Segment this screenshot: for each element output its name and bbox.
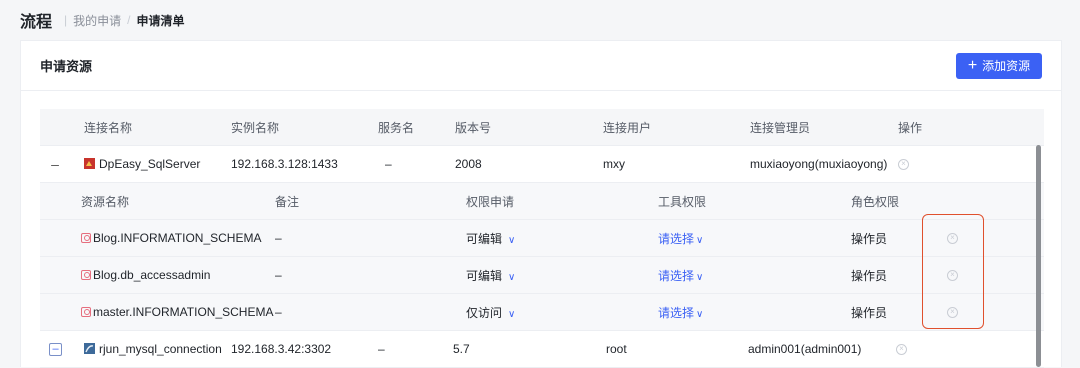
chevron-down-icon: ∨ xyxy=(696,234,704,246)
resource-name-text: Blog.db_accessadmin xyxy=(93,268,211,282)
permission-value: 可编辑 xyxy=(466,268,503,283)
permission-select[interactable]: 仅访问 ∨ xyxy=(466,304,515,321)
version: 5.7 xyxy=(453,342,470,356)
role-permission: 操作员 xyxy=(851,231,888,246)
schema-icon xyxy=(81,270,91,280)
col-resource-name: 资源名称 xyxy=(81,194,130,209)
instance-name: 192.168.3.128:1433 xyxy=(231,157,338,171)
col-connection-name: 连接名称 xyxy=(84,120,133,135)
service-name: – xyxy=(385,157,392,171)
resource-name-text: master.INFORMATION_SCHEMA xyxy=(93,305,274,319)
permission-value: 仅访问 xyxy=(466,305,503,320)
chevron-down-icon: ∨ xyxy=(696,308,704,320)
resource-row: Blog.db_accessadmin – 可编辑 ∨ 请选择 ∨ 操作员 × xyxy=(40,257,1044,294)
breadcrumb-current: 申请清单 xyxy=(136,13,185,28)
resource-table: 连接名称 实例名称 服务名 版本号 连接用户 连接管理员 操作 – DpEasy… xyxy=(40,109,1044,368)
remove-resource-icon[interactable]: × xyxy=(947,269,958,281)
connection-name-text: DpEasy_SqlServer xyxy=(99,157,201,171)
schema-icon xyxy=(81,307,91,317)
tool-permission-value: 请选择 xyxy=(658,305,695,320)
breadcrumb-divider: | xyxy=(64,13,68,27)
breadcrumb-separator: / xyxy=(127,13,131,27)
resource-name: Blog.INFORMATION_SCHEMA xyxy=(81,231,261,245)
permission-value: 可编辑 xyxy=(466,231,503,246)
collapse-icon[interactable]: – xyxy=(49,342,62,356)
remove-resource-icon[interactable]: × xyxy=(947,306,958,318)
col-operation: 操作 xyxy=(898,120,923,135)
connection-name: DpEasy_SqlServer xyxy=(84,157,200,171)
version: 2008 xyxy=(455,157,482,171)
remove-connection-icon[interactable]: × xyxy=(898,158,909,170)
chevron-down-icon: ∨ xyxy=(696,271,704,283)
resource-name: master.INFORMATION_SCHEMA xyxy=(81,305,273,319)
collapse-icon[interactable]: – xyxy=(49,156,61,172)
tool-permission-select[interactable]: 请选择 ∨ xyxy=(658,230,703,247)
connection-user: mxy xyxy=(603,157,625,171)
connection-user: root xyxy=(606,342,627,356)
chevron-down-icon: ∨ xyxy=(508,271,516,283)
schema-icon xyxy=(81,233,91,243)
resource-note: – xyxy=(275,268,282,282)
tool-permission-select[interactable]: 请选择 ∨ xyxy=(658,267,703,284)
chevron-down-icon: ∨ xyxy=(508,308,516,320)
table-row: – rjun_mysql_connection 192.168.3.42:330… xyxy=(40,331,1044,368)
scrollbar-thumb[interactable] xyxy=(1036,145,1041,367)
tool-permission-value: 请选择 xyxy=(658,231,695,246)
resource-note: – xyxy=(275,231,282,245)
role-permission: 操作员 xyxy=(851,305,888,320)
add-resource-label: 添加资源 xyxy=(982,59,1031,73)
instance-name: 192.168.3.42:3302 xyxy=(231,342,332,356)
resource-row: Blog.INFORMATION_SCHEMA – 可编辑 ∨ 请选择 ∨ 操作员 … xyxy=(40,220,1044,257)
resource-name-text: Blog.INFORMATION_SCHEMA xyxy=(93,231,262,245)
mysql-icon xyxy=(84,343,95,354)
connection-admin: admin001(admin001) xyxy=(748,342,862,356)
breadcrumb: 流程 | 我的申请 / 申请清单 xyxy=(0,0,1080,40)
resource-name: Blog.db_accessadmin xyxy=(81,268,210,282)
page-title: 流程 xyxy=(20,14,53,31)
remove-resource-icon[interactable]: × xyxy=(947,232,958,244)
add-resource-button[interactable]: + 添加资源 xyxy=(956,52,1042,79)
card-header: 申请资源 + 添加资源 xyxy=(21,41,1061,91)
scrollbar[interactable] xyxy=(1036,145,1042,367)
connection-name: rjun_mysql_connection xyxy=(84,342,222,356)
permission-select[interactable]: 可编辑 ∨ xyxy=(466,230,515,247)
col-tool-permission: 工具权限 xyxy=(658,194,707,209)
tool-permission-value: 请选择 xyxy=(658,268,695,283)
col-version: 版本号 xyxy=(455,120,492,135)
sqlserver-icon xyxy=(84,158,95,169)
col-connection-user: 连接用户 xyxy=(603,120,652,135)
col-note: 备注 xyxy=(275,194,300,209)
remove-connection-icon[interactable]: × xyxy=(896,343,907,355)
table-header-row: 连接名称 实例名称 服务名 版本号 连接用户 连接管理员 操作 xyxy=(40,109,1044,146)
permission-select[interactable]: 可编辑 ∨ xyxy=(466,267,515,284)
resource-row: master.INFORMATION_SCHEMA – 仅访问 ∨ 请选择 ∨ 操作… xyxy=(40,294,1044,331)
connection-admin: muxiaoyong(muxiaoyong) xyxy=(750,157,888,171)
col-service-name: 服务名 xyxy=(378,120,415,135)
col-connection-admin: 连接管理员 xyxy=(750,120,811,135)
resource-note: – xyxy=(275,305,282,319)
connection-name-text: rjun_mysql_connection xyxy=(99,342,222,356)
chevron-down-icon: ∨ xyxy=(508,234,516,246)
col-role-permission: 角色权限 xyxy=(851,194,900,209)
tool-permission-select[interactable]: 请选择 ∨ xyxy=(658,304,703,321)
card-title: 申请资源 xyxy=(40,59,93,74)
role-permission: 操作员 xyxy=(851,268,888,283)
table-row: – DpEasy_SqlServer 192.168.3.128:1433 – … xyxy=(40,146,1044,183)
breadcrumb-my-applications[interactable]: 我的申请 xyxy=(73,12,121,29)
resource-card: 申请资源 + 添加资源 连接名称 实例名称 服务名 版本号 连接用户 连接管理员… xyxy=(20,40,1062,368)
service-name: – xyxy=(378,342,385,356)
resource-header-row: 资源名称 备注 权限申请 工具权限 角色权限 xyxy=(40,183,1044,220)
plus-icon: + xyxy=(967,56,978,74)
col-permission-request: 权限申请 xyxy=(466,194,515,209)
col-instance-name: 实例名称 xyxy=(231,120,280,135)
